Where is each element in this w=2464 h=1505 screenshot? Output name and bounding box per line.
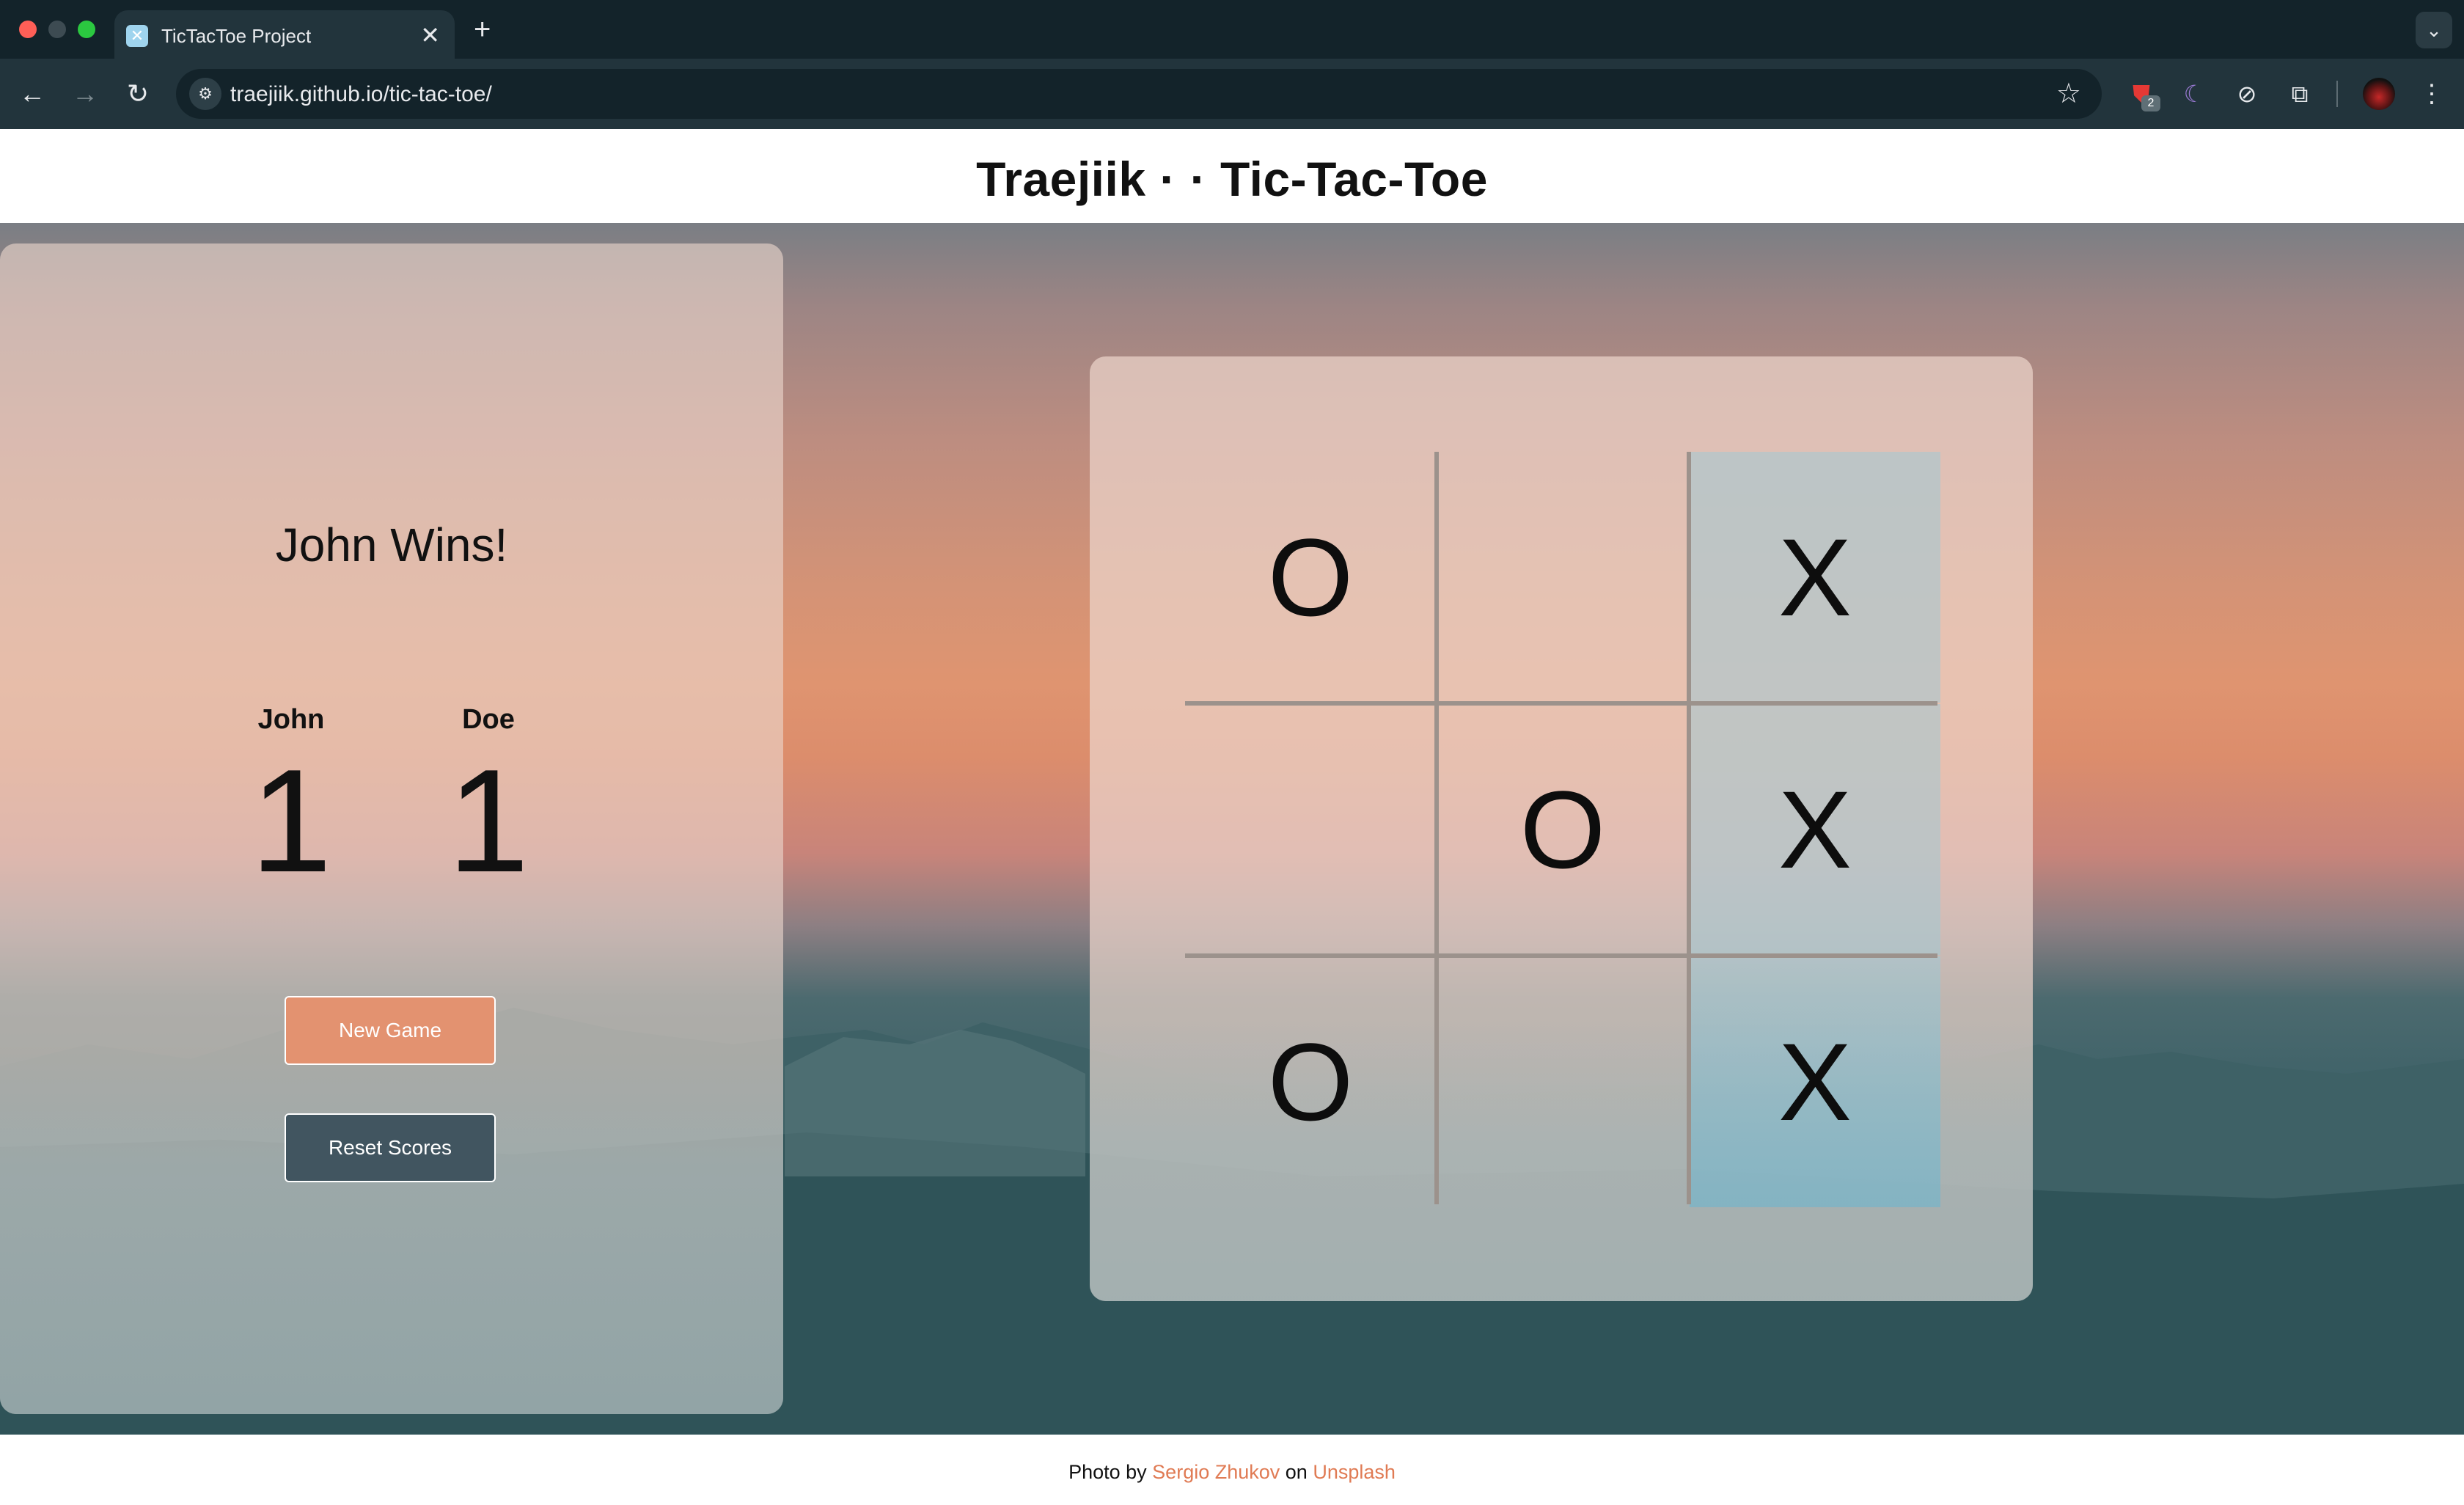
browser-tab-active[interactable]: ✕ TicTacToe Project ✕	[114, 10, 455, 59]
board-cell-7[interactable]: O	[1185, 956, 1436, 1207]
new-tab-button[interactable]: +	[474, 12, 491, 47]
board-cell-3[interactable]: X	[1690, 452, 1940, 703]
site-header: Traejiik · · Tic-Tac-Toe	[0, 129, 2464, 223]
photographer-link[interactable]: Sergio Zhukov	[1152, 1461, 1280, 1483]
reset-scores-button[interactable]: Reset Scores	[285, 1113, 496, 1182]
extension-blocker-icon[interactable]: ⊘	[2231, 78, 2263, 110]
grid-line-horizontal-1	[1185, 701, 1937, 706]
unsplash-link[interactable]: Unsplash	[1313, 1461, 1396, 1483]
photo-credit: Photo by Sergio Zhukov on Unsplash	[0, 1461, 2464, 1484]
grid-line-vertical-1	[1434, 452, 1439, 1204]
panel-fog-overlay	[0, 1050, 783, 1414]
board-panel: O X O X O X	[1090, 356, 2033, 1301]
page-title: Traejiik · · Tic-Tac-Toe	[976, 152, 1488, 206]
player-one-name: John	[257, 704, 325, 735]
extension-badge: 2	[2141, 95, 2160, 111]
board-cell-4[interactable]	[1185, 704, 1436, 955]
site-footer: Photo by Sergio Zhukov on Unsplash	[0, 1435, 2464, 1505]
board-cell-6[interactable]: X	[1690, 704, 1940, 955]
browser-tab-bar: ✕ TicTacToe Project ✕ + ⌄	[0, 0, 2464, 59]
site-settings-icon[interactable]: ⚙	[189, 78, 221, 110]
new-game-button[interactable]: New Game	[285, 996, 496, 1065]
close-window-button[interactable]	[19, 21, 37, 38]
address-bar[interactable]: ⚙ traejiik.github.io/tic-tac-toe/ ☆	[176, 69, 2102, 119]
board-cell-9[interactable]: X	[1690, 956, 1940, 1207]
credit-middle: on	[1285, 1461, 1308, 1483]
toolbar-divider	[2336, 81, 2338, 107]
url-text[interactable]: traejiik.github.io/tic-tac-toe/	[230, 82, 492, 107]
scoreboard-panel: John Wins! John 1 Doe 1 New Game Reset S…	[0, 243, 783, 1414]
reload-icon[interactable]: ↻	[119, 75, 157, 113]
grid-line-vertical-2	[1687, 452, 1691, 1204]
favicon-icon: ✕	[126, 25, 148, 47]
board-cell-1[interactable]: O	[1185, 452, 1436, 703]
back-arrow-icon[interactable]: ←	[13, 75, 51, 113]
board-cell-8[interactable]	[1437, 956, 1688, 1207]
extension-moon-icon[interactable]: ☾	[2178, 78, 2210, 110]
board-cell-2[interactable]	[1437, 452, 1688, 703]
game-area: John Wins! John 1 Doe 1 New Game Reset S…	[0, 223, 2464, 1435]
tab-title: TicTacToe Project	[161, 25, 312, 47]
forward-arrow-icon[interactable]: →	[66, 75, 104, 113]
credit-prefix: Photo by	[1068, 1461, 1147, 1483]
board-cell-5[interactable]: O	[1437, 704, 1688, 955]
menu-kebab-icon[interactable]: ⋮	[2416, 78, 2448, 110]
minimize-window-button[interactable]	[48, 21, 66, 38]
extensions-puzzle-icon[interactable]: ⧉	[2284, 78, 2316, 110]
game-status-message: John Wins!	[275, 519, 508, 571]
extension-shield-icon[interactable]: ⛊ 2	[2125, 78, 2160, 111]
profile-avatar[interactable]	[2363, 78, 2395, 110]
grid-line-horizontal-2	[1185, 953, 1937, 958]
player-two-name: Doe	[462, 704, 515, 735]
close-tab-icon[interactable]: ✕	[420, 21, 440, 50]
bookmark-star-icon[interactable]: ☆	[2056, 78, 2081, 110]
player-one-score: 1	[250, 739, 332, 903]
tab-search-button[interactable]: ⌄	[2416, 12, 2452, 48]
player-two-score: 1	[447, 739, 529, 903]
browser-toolbar: ← → ↻ ⚙ traejiik.github.io/tic-tac-toe/ …	[0, 59, 2464, 129]
maximize-window-button[interactable]	[78, 21, 95, 38]
